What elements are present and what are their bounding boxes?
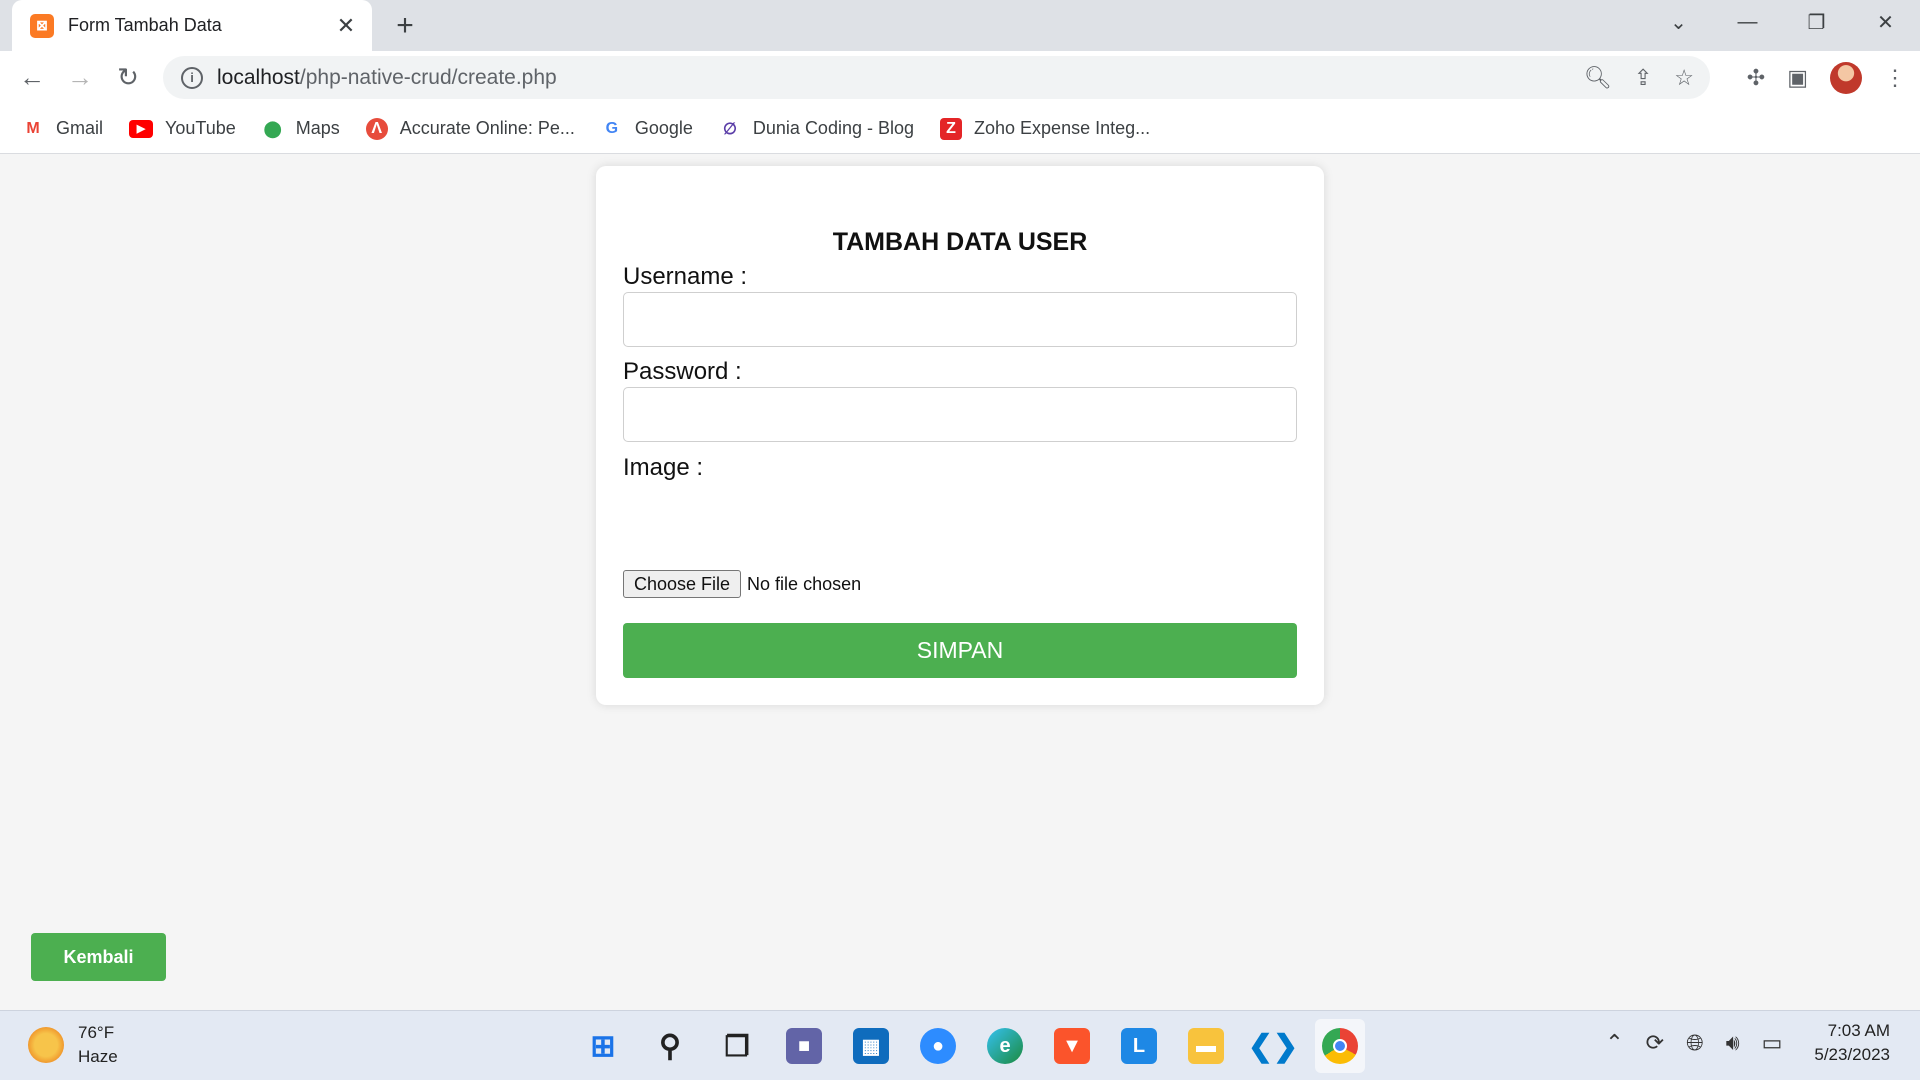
weather-desc: Haze [78,1047,118,1066]
file-input: Choose File No file chosen [623,570,861,598]
task-view-icon[interactable]: ❐ [712,1019,762,1073]
sync-icon[interactable]: ⟳ [1646,1030,1664,1056]
form-title: TAMBAH DATA USER [832,228,1088,256]
new-tab-button[interactable]: + [388,10,422,44]
accurate-icon: Λ [365,117,388,140]
system-tray: ⌃ ⟳ 🌐︎ 🔊︎ ▭ 7:03 AM 5/23/2023 [1605,1019,1890,1067]
username-label: Username : [623,263,748,290]
extensions-icon[interactable]: ✣ [1747,65,1765,91]
profile-avatar[interactable] [1830,61,1862,94]
bookmark-gmail[interactable]: M Gmail [22,118,103,140]
file-explorer-icon[interactable]: ▬ [1181,1019,1231,1073]
battery-icon[interactable]: ▭ [1762,1030,1783,1056]
site-info-icon[interactable]: i [181,66,203,89]
clock[interactable]: 7:03 AM 5/23/2023 [1814,1019,1890,1067]
browser-toolbar: ← → ↻ i localhost/php-native-crud/create… [0,51,1920,104]
google-icon: G [605,119,619,137]
bookmark-dunia-coding[interactable]: ∅ Dunia Coding - Blog [719,118,914,140]
chat-icon[interactable]: ■ [779,1019,829,1073]
maps-icon: ⬤ [263,120,282,138]
bookmark-accurate[interactable]: Λ Accurate Online: Pe... [365,117,575,140]
share-icon[interactable]: ⇪ [1634,65,1652,91]
search-icon[interactable]: ⚲ [645,1019,695,1073]
xampp-icon: ⊠ [30,13,54,38]
forward-arrow-icon[interactable]: → [56,58,104,98]
bookmark-google[interactable]: G Google [601,118,693,140]
back-arrow-icon[interactable]: ← [8,58,56,98]
clock-date: 5/23/2023 [1814,1045,1890,1064]
menu-icon[interactable]: ⋮ [1884,65,1906,91]
chevron-up-icon[interactable]: ⌃ [1605,1030,1623,1056]
simpan-button[interactable]: SIMPAN [623,623,1297,678]
reload-icon[interactable]: ↻ [104,58,152,98]
tab-active[interactable]: ⊠ Form Tambah Data ✕ [12,0,372,51]
address-bar[interactable]: i localhost/php-native-crud/create.php 🔍… [163,56,1710,99]
page-content: TAMBAH DATA USER Username : Password : I… [0,155,1920,1009]
edge-icon[interactable]: e [980,1019,1030,1073]
dunia-coding-icon: ∅ [722,120,737,138]
omnibox-actions: 🔍︎ ⇪ ☆ [1584,56,1694,99]
start-icon[interactable]: ⊞ [578,1019,628,1073]
youtube-icon: ▶ [129,119,154,138]
username-input[interactable] [623,292,1297,347]
weather-widget[interactable]: 76°F Haze [28,1021,118,1069]
side-panel-icon[interactable]: ▣ [1787,65,1808,91]
image-label: Image : [623,454,704,481]
bookmarks-bar: M Gmail ▶ YouTube ⬤ Maps Λ Accurate Onli… [0,104,1920,154]
bookmark-star-icon[interactable]: ☆ [1674,65,1694,91]
gmail-icon: M [26,119,40,137]
restore-button[interactable]: ❐ [1782,0,1851,44]
close-icon[interactable]: ✕ [334,13,358,39]
browser-tools: ✣ ▣ ⋮ [1747,56,1906,99]
tab-search-icon[interactable]: ⌄ [1644,0,1713,44]
weather-temp: 76°F [78,1023,115,1042]
zoho-icon: Z [940,117,963,140]
brave-icon[interactable]: ▼ [1047,1019,1097,1073]
store-icon[interactable]: ▦ [846,1019,896,1073]
tab-bar: ⊠ Form Tambah Data ✕ + ⌄ — ❐ ✕ [0,0,1920,51]
bookmark-maps[interactable]: ⬤ Maps [262,118,340,140]
choose-file-button[interactable]: Choose File [623,570,742,598]
clock-time: 7:03 AM [1827,1021,1890,1040]
volume-icon[interactable]: 🔊︎ [1726,1030,1740,1056]
window-controls: ⌄ — ❐ ✕ [1644,0,1920,44]
network-icon[interactable]: 🌐︎ [1686,1030,1704,1056]
weather-icon [28,1027,64,1063]
kembali-button[interactable]: Kembali [31,933,166,981]
taskbar: 76°F Haze ⊞ ⚲ ❐ ■ ▦ ● e ▼ L ▬ ❮❯ ⌃ ⟳ 🌐︎ … [0,1010,1920,1080]
taskbar-apps: ⊞ ⚲ ❐ ■ ▦ ● e ▼ L ▬ ❮❯ [578,1019,1365,1073]
zoom-icon[interactable]: 🔍︎ [1584,65,1612,91]
l-app-icon[interactable]: L [1114,1019,1164,1073]
bookmark-zoho[interactable]: Z Zoho Expense Integ... [940,117,1150,140]
form-card: TAMBAH DATA USER Username : Password : I… [596,166,1324,705]
tab-title: Form Tambah Data [68,15,222,35]
zoom-icon[interactable]: ● [913,1019,963,1073]
file-status: No file chosen [747,573,862,594]
bookmark-youtube[interactable]: ▶ YouTube [129,118,236,139]
url-text[interactable]: localhost/php-native-crud/create.php [217,66,557,90]
vscode-icon[interactable]: ❮❯ [1248,1019,1298,1073]
close-window-button[interactable]: ✕ [1851,0,1920,44]
password-input[interactable] [623,387,1297,442]
password-label: Password : [623,358,742,385]
chrome-icon[interactable] [1315,1019,1365,1073]
minimize-button[interactable]: — [1713,0,1782,44]
